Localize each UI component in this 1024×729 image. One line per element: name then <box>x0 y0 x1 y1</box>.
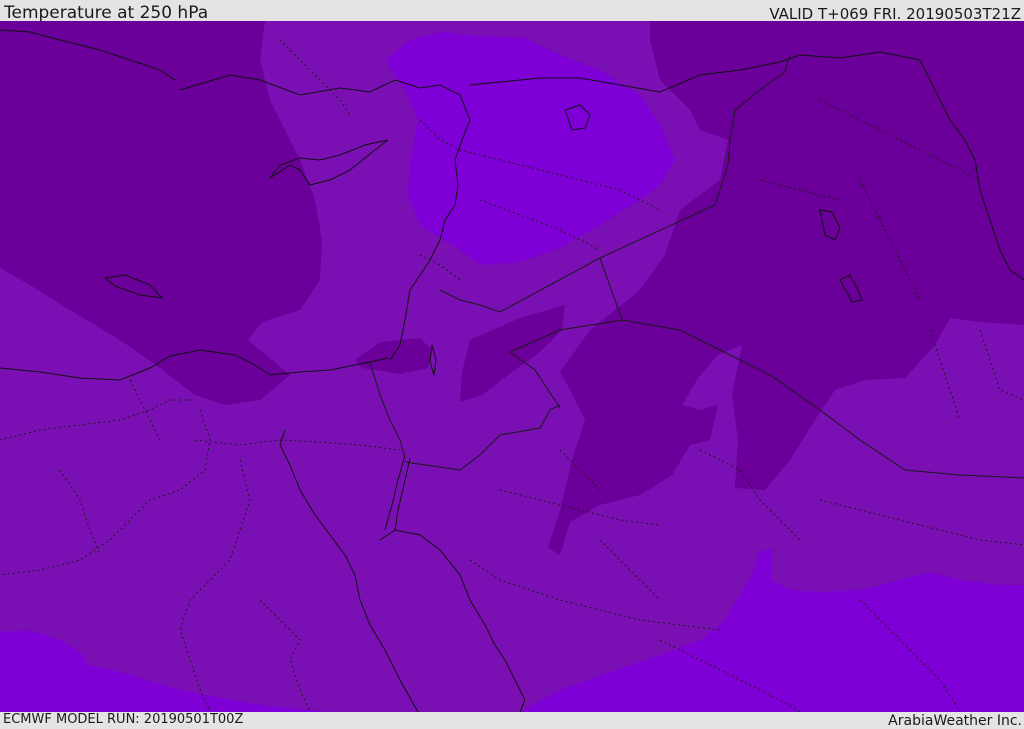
footer-bar: ECMWF MODEL RUN: 20190501T00Z ArabiaWeat… <box>0 712 1024 729</box>
temperature-map <box>0 21 1024 712</box>
header-bar: Temperature at 250 hPa VALID T+069 FRI. … <box>0 0 1024 23</box>
map-figure: Temperature at 250 hPa VALID T+069 FRI. … <box>0 0 1024 729</box>
credit: ArabiaWeather Inc. <box>888 713 1022 729</box>
map-title: Temperature at 250 hPa <box>4 3 209 23</box>
model-run: ECMWF MODEL RUN: 20190501T00Z <box>3 712 244 727</box>
